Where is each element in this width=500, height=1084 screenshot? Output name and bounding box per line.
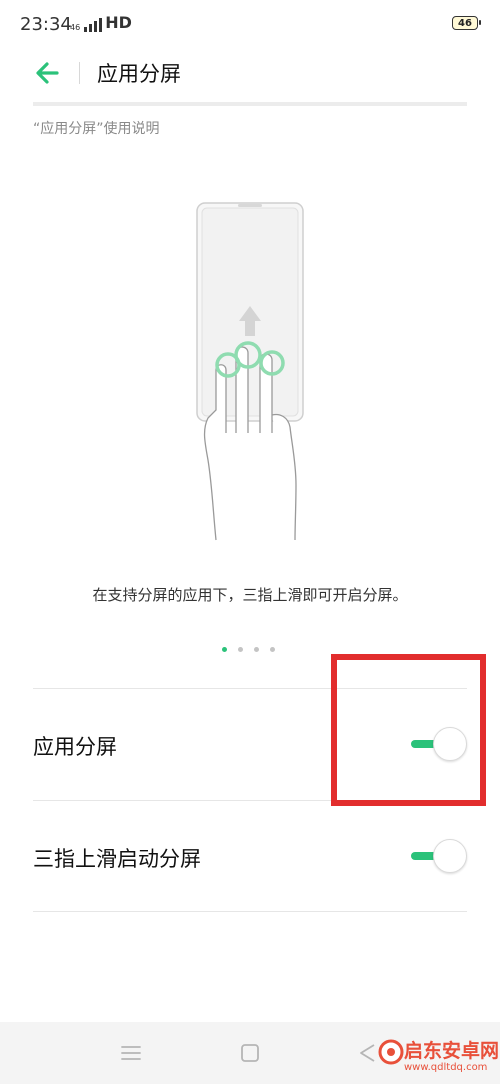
setting-label: 应用分屏 [33, 735, 117, 759]
menu-button[interactable] [117, 1040, 145, 1066]
three-finger-swipe-toggle[interactable] [407, 839, 467, 873]
arrow-left-icon [36, 62, 59, 84]
carousel-dot[interactable] [254, 647, 259, 652]
watermark-url: www.qdltdq.com [404, 1062, 488, 1073]
status-bar: 23:34 46 HD 46 [0, 0, 500, 48]
three-finger-swipe-illustration [150, 195, 350, 545]
settings-divider [33, 911, 467, 912]
carousel-indicator [222, 647, 275, 652]
header-divider [79, 62, 80, 84]
carousel-dot[interactable] [238, 647, 243, 652]
battery-icon: 46 [452, 16, 481, 30]
header-underline [33, 102, 467, 106]
phone-hand-illustration-icon [196, 202, 304, 541]
toggle-knob [433, 839, 467, 873]
back-button[interactable] [30, 56, 64, 90]
menu-icon [121, 1046, 141, 1060]
home-button[interactable] [236, 1040, 264, 1066]
status-time: 23:34 [20, 14, 72, 35]
hd-indicator: HD [105, 13, 132, 32]
feature-description: 在支持分屏的应用下，三指上滑即可开启分屏。 [92, 586, 408, 604]
network-indicator: 46 HD [70, 13, 132, 32]
usage-caption: “应用分屏”使用说明 [33, 121, 160, 137]
watermark-name: 启东安卓网 [404, 1040, 500, 1062]
setting-label: 三指上滑启动分屏 [33, 847, 201, 871]
carousel-dot[interactable] [270, 647, 275, 652]
page-title: 应用分屏 [97, 62, 181, 86]
setting-row-three-finger[interactable]: 三指上滑启动分屏 [33, 801, 467, 911]
carousel-dot-active[interactable] [222, 647, 227, 652]
highlight-annotation-box [331, 654, 486, 806]
app-header: 应用分屏 [0, 48, 500, 100]
signal-icon [84, 18, 103, 32]
network-type: 46 [70, 23, 81, 32]
square-home-icon [241, 1044, 259, 1062]
